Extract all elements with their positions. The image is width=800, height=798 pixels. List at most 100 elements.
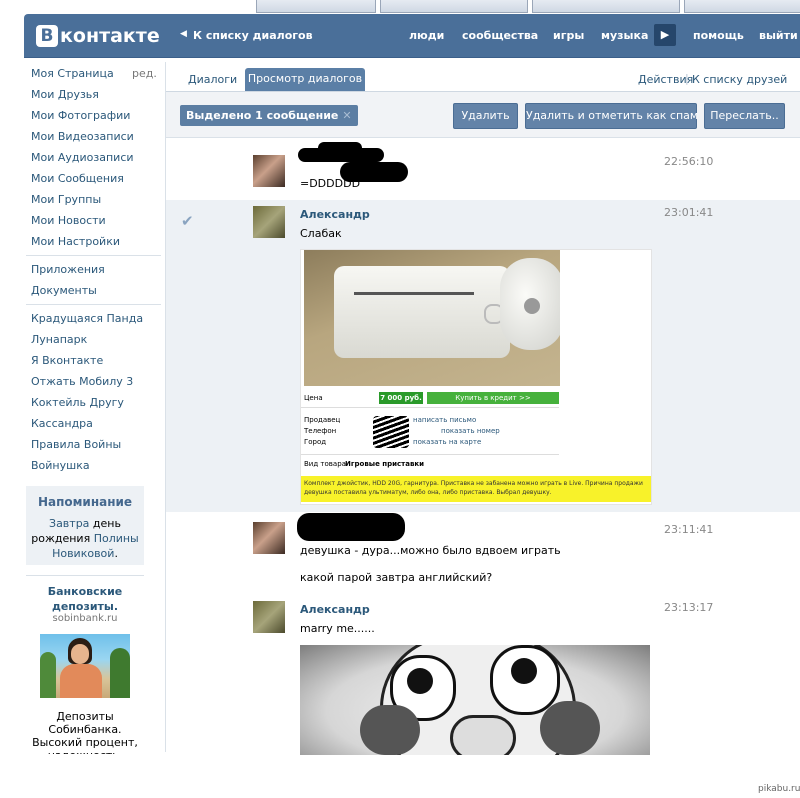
checkmark-icon[interactable]: ✔: [181, 212, 194, 230]
sidebar-app[interactable]: Кассандра: [31, 417, 93, 430]
sidebar-item-docs[interactable]: Документы: [31, 284, 97, 297]
nav-help[interactable]: помощь: [693, 29, 744, 42]
sidebar-item-my-page[interactable]: Моя Страница: [31, 67, 114, 80]
play-icon[interactable]: ▶: [654, 24, 676, 46]
browser-tab[interactable]: [532, 0, 680, 13]
sidebar-item-photos[interactable]: Мои Фотографии: [31, 109, 130, 122]
tab-view-dialogs[interactable]: Просмотр диалогов: [245, 68, 365, 91]
product-type-value: Игровые приставки: [345, 460, 425, 468]
city-label: Город: [304, 438, 327, 446]
meme-image[interactable]: [300, 645, 650, 755]
friend-surname-link[interactable]: Новиковой: [52, 547, 114, 560]
nav-music[interactable]: музыка: [601, 29, 648, 42]
sidebar-app[interactable]: Правила Войны: [31, 438, 121, 451]
sidebar-item-news[interactable]: Мои Новости: [31, 214, 106, 227]
show-map-link: показать на карте: [413, 438, 482, 446]
sidebar-app[interactable]: Лунапарк: [31, 333, 87, 346]
message-text: Слабак: [300, 227, 342, 240]
delete-button[interactable]: Удалить: [453, 103, 518, 129]
tomorrow-link[interactable]: Завтра: [49, 517, 89, 530]
meme-pupil: [511, 658, 537, 684]
selected-count-text: Выделено 1 сообщение: [186, 109, 339, 122]
message-author[interactable]: Александр: [300, 603, 370, 616]
avatar[interactable]: [253, 155, 285, 187]
message-time: 22:56:10: [664, 155, 714, 168]
clear-selection-icon[interactable]: ✕: [342, 109, 351, 122]
browser-tabstrip: [0, 0, 800, 14]
browser-tab[interactable]: [256, 0, 376, 13]
reminder-text: Завтра день рождения Полины Новиковой.: [30, 516, 140, 561]
reminder-word: день: [89, 517, 121, 530]
friend-name-link[interactable]: Полины: [94, 532, 139, 545]
ad-palm: [40, 652, 56, 698]
message-text: какой парой завтра английский?: [300, 571, 493, 584]
write-letter-link: написать письмо: [413, 416, 477, 424]
sidebar-app[interactable]: Я Вконтакте: [31, 354, 103, 367]
nav-communities[interactable]: сообщества: [462, 29, 538, 42]
ad-domain[interactable]: sobinbank.ru: [28, 613, 142, 624]
message-time: 23:13:17: [664, 601, 714, 614]
listing-details: Цена 7 000 руб. Купить в кредит >> Прода…: [301, 390, 651, 504]
redacted-name: [318, 142, 362, 154]
sidebar-app[interactable]: Коктейль Другу: [31, 396, 124, 409]
tab-dialogs[interactable]: Диалоги: [188, 73, 237, 86]
sidebar-app[interactable]: Крадущаяся Панда: [31, 312, 143, 325]
meme-tear: [540, 701, 600, 755]
vk-logo[interactable]: В контакте: [36, 24, 160, 48]
sidebar-divider: [26, 255, 161, 256]
meme-pupil: [407, 668, 433, 694]
sidebar-item-groups[interactable]: Мои Группы: [31, 193, 101, 206]
sidebar-item-messages[interactable]: Мои Сообщения: [31, 172, 124, 185]
ad-palm: [110, 648, 130, 698]
to-friends-link[interactable]: К списку друзей: [692, 73, 787, 86]
gamepad-shape: [500, 258, 560, 350]
sidebar-item-audio[interactable]: Мои Аудиозаписи: [31, 151, 134, 164]
attachment-image[interactable]: Цена 7 000 руб. Купить в кредит >> Прода…: [300, 249, 652, 505]
redacted-contact: [373, 416, 409, 448]
watermark: pikabu.ru: [758, 784, 800, 794]
ad-image[interactable]: [40, 634, 130, 698]
sidebar-app[interactable]: Отжать Мобилу 3: [31, 375, 133, 388]
credit-button: Купить в кредит >>: [427, 392, 559, 404]
browser-tab[interactable]: [380, 0, 528, 13]
forward-button[interactable]: Переслать..: [704, 103, 785, 129]
sidebar-app[interactable]: Войнушка: [31, 459, 90, 472]
delete-spam-button[interactable]: Удалить и отметить как спам: [525, 103, 698, 129]
ad-text[interactable]: Депозиты Собинбанка. Высокий процент, на…: [26, 710, 144, 754]
message-text: marry me......: [300, 622, 375, 635]
back-to-dialogs-link[interactable]: К списку диалогов: [193, 29, 313, 42]
xbox-photo: [304, 250, 560, 386]
top-header: В контакте ◀ К списку диалогов люди сооб…: [24, 14, 800, 58]
ad-title[interactable]: Банковские депозиты.: [28, 584, 142, 614]
avatar[interactable]: [253, 601, 285, 633]
nav-games[interactable]: игры: [553, 29, 584, 42]
browser-tab[interactable]: [684, 0, 800, 13]
console-shape: [334, 266, 510, 358]
sidebar-item-friends[interactable]: Мои Друзья: [31, 88, 99, 101]
avatar[interactable]: [253, 206, 285, 238]
thumbstick: [524, 298, 540, 314]
avatar[interactable]: [253, 522, 285, 554]
divider: [301, 407, 559, 408]
sidebar-item-settings[interactable]: Мои Настройки: [31, 235, 120, 248]
logo-text: контакте: [60, 25, 160, 47]
back-arrow-icon[interactable]: ◀: [180, 29, 187, 39]
meme-tear: [360, 705, 420, 755]
sidebar-item-videos[interactable]: Мои Видеозаписи: [31, 130, 134, 143]
description-highlight: Комплект джойстик, HDD 20G, гарнитура. П…: [301, 476, 651, 502]
sidebar-item-apps[interactable]: Приложения: [31, 263, 105, 276]
message-text: девушка - дура...можно было вдвоем играт…: [300, 544, 561, 557]
reminder-word: .: [114, 547, 118, 560]
logo-letter: В: [36, 25, 58, 47]
message-text: =DDDDDD: [300, 177, 361, 190]
message-time: 23:01:41: [664, 206, 714, 219]
meme-mouth: [450, 715, 516, 755]
edit-link[interactable]: ред.: [132, 67, 157, 80]
message-author[interactable]: Александр: [300, 208, 370, 221]
ad-person-face: [71, 644, 89, 664]
meme-eye: [490, 645, 560, 715]
nav-logout[interactable]: выйти: [759, 29, 798, 42]
description-text: Комплект джойстик, HDD 20G, гарнитура. П…: [304, 480, 643, 496]
price-badge: 7 000 руб.: [379, 392, 423, 404]
nav-people[interactable]: люди: [409, 29, 444, 42]
